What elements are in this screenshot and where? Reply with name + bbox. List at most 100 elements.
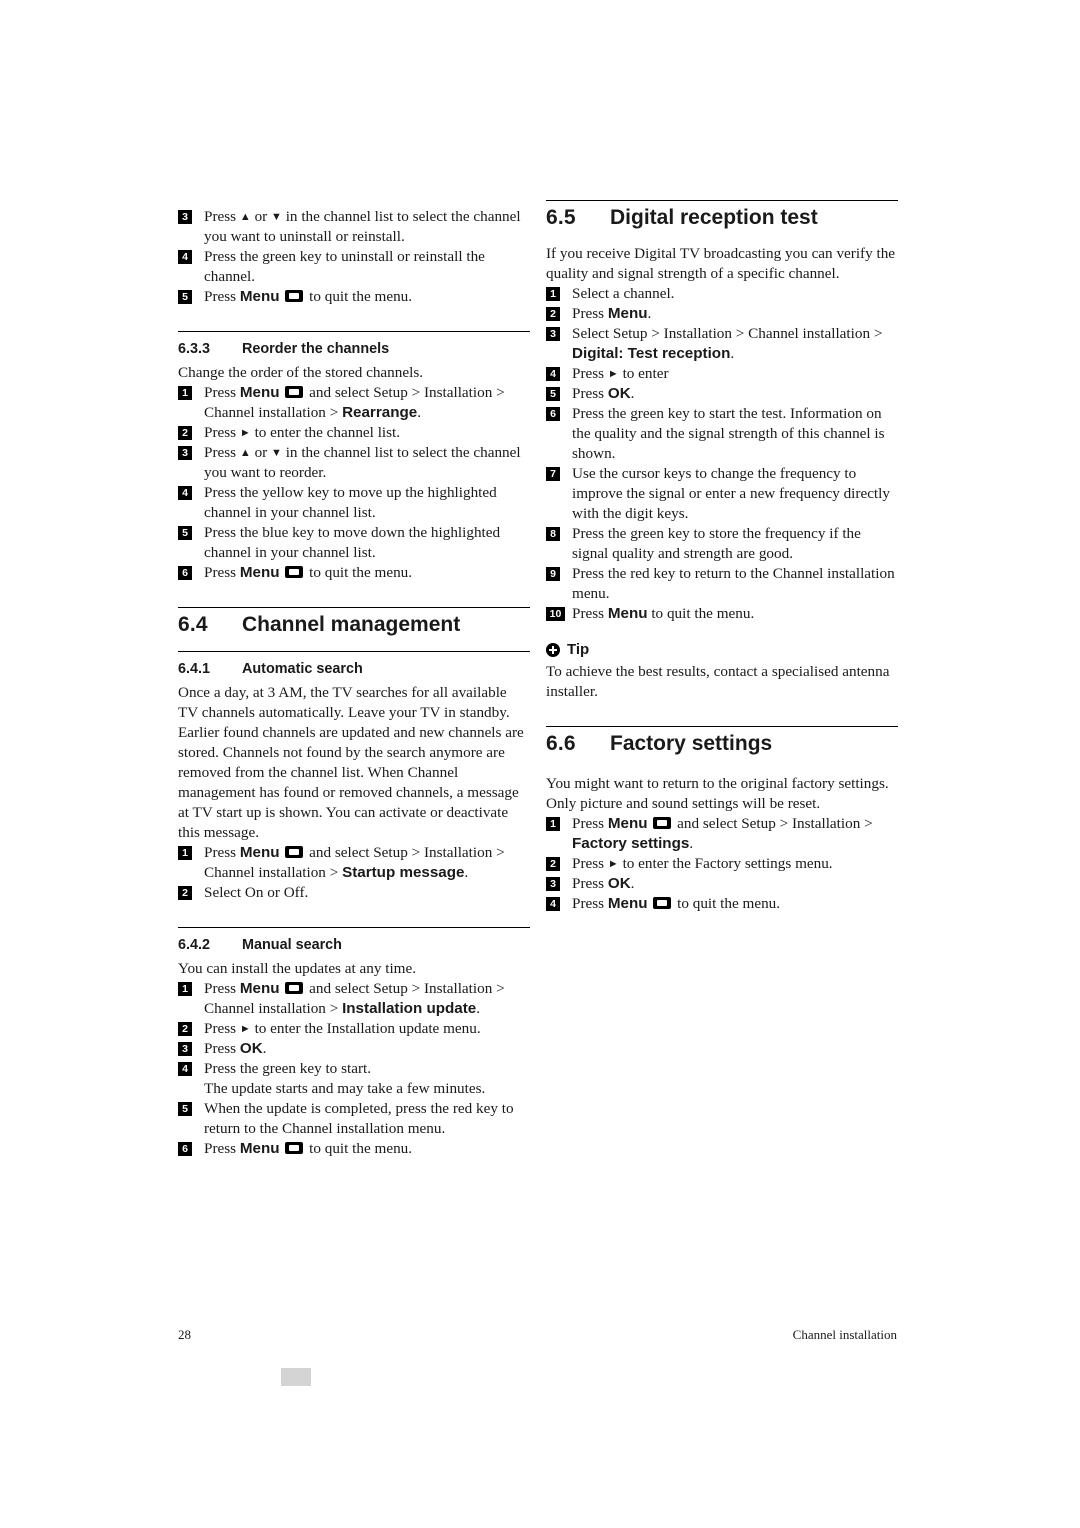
list-item: 6 Press Menu to quit the menu. xyxy=(178,1139,530,1159)
automatic-search-para-1: Once a day, at 3 AM, the TV searches for… xyxy=(178,684,510,721)
list-item: 5 Press the blue key to move down the hi… xyxy=(178,523,530,563)
step-text: Press the red key to return to the Chann… xyxy=(572,565,895,602)
step-number: 5 xyxy=(178,290,192,304)
step-number: 6 xyxy=(546,407,560,421)
list-item: 5 Press Menu to quit the menu. xyxy=(178,287,530,307)
section-number: 6.4.1 xyxy=(178,661,211,677)
section-intro: Change the order of the stored channels. xyxy=(178,364,424,381)
step-number: 5 xyxy=(546,387,560,401)
list-item: 4 Press the green key to start. The updat… xyxy=(178,1059,530,1099)
step-text: Press Menu and select Setup > Installati… xyxy=(572,815,873,852)
factory-settings-steps: 1 Press Menu and select Setup > Installa… xyxy=(546,814,898,914)
step-number: 7 xyxy=(546,467,560,481)
step-number: 2 xyxy=(546,857,560,871)
section-number: 6.6 xyxy=(546,732,576,755)
step-text: Press ► to enter xyxy=(572,365,669,382)
step-text: Press the green key to uninstall or rein… xyxy=(204,248,485,285)
list-item: 1 Press Menu and select Setup > Installa… xyxy=(546,814,898,854)
step-number: 1 xyxy=(178,846,192,860)
list-item: 3 Press ▲ or ▼ in the channel list to se… xyxy=(178,443,530,483)
step-text: Select On or Off. xyxy=(204,884,309,901)
factory-settings-intro: You might want to return to the original… xyxy=(546,775,889,812)
list-item: 10 Press Menu to quit the menu. xyxy=(546,604,898,624)
step-text: Press Menu to quit the menu. xyxy=(204,564,413,581)
list-item: 9 Press the red key to return to the Cha… xyxy=(546,564,898,604)
step-number: 3 xyxy=(178,1042,192,1056)
list-item: 3 Press OK. xyxy=(546,874,898,894)
step-number: 3 xyxy=(546,877,560,891)
manual-search-intro: You can install the updates at any time. xyxy=(178,960,417,977)
step-text: Press OK. xyxy=(204,1040,267,1057)
heading-6-3-3: 6.3.3 Reorder the channels xyxy=(178,331,530,359)
manual-page: 3 Press ▲ or ▼ in the channel list to se… xyxy=(0,0,1080,1528)
section-title: Digital reception test xyxy=(610,206,818,229)
step-number: 5 xyxy=(178,1102,192,1116)
tip-plus-icon xyxy=(546,643,560,657)
step-text: Press the green key to start. The update … xyxy=(204,1060,486,1097)
step-text: Press ► to enter the channel list. xyxy=(204,424,401,441)
section-title: Factory settings xyxy=(610,732,773,755)
list-item: 2 Press ► to enter the Factory settings … xyxy=(546,854,898,874)
heading-6-4-1: 6.4.1 Automatic search xyxy=(178,651,530,679)
step-number: 1 xyxy=(178,982,192,996)
step-number: 3 xyxy=(178,210,192,224)
step-text: Press the blue key to move down the high… xyxy=(204,524,501,561)
step-text: Select Setup > Installation > Channel in… xyxy=(572,325,883,362)
list-item: 1 Press Menu and select Setup > Installa… xyxy=(178,843,530,883)
step-number: 4 xyxy=(546,897,560,911)
step-text: Press Menu and select Setup > Installati… xyxy=(204,384,505,421)
uninstall-steps: 3 Press ▲ or ▼ in the channel list to se… xyxy=(178,207,530,307)
step-text: Use the cursor keys to change the freque… xyxy=(572,465,890,522)
tip-text: To achieve the best results, contact a s… xyxy=(546,663,890,700)
step-text: Press Menu to quit the menu. xyxy=(204,1140,413,1157)
list-item: 1 Select a channel. xyxy=(546,284,898,304)
step-text: Press ► to enter the Installation update… xyxy=(204,1020,481,1037)
step-text: Select a channel. xyxy=(572,285,675,302)
step-number: 2 xyxy=(178,1022,192,1036)
list-item: 2 Select On or Off. xyxy=(178,883,530,903)
list-item: 4 Press the green key to uninstall or re… xyxy=(178,247,530,287)
heading-6-5: 6.5 Digital reception test xyxy=(546,200,898,228)
step-number: 4 xyxy=(546,367,560,381)
step-number: 2 xyxy=(546,307,560,321)
step-number: 6 xyxy=(178,1142,192,1156)
step-number: 6 xyxy=(178,566,192,580)
step-number: 3 xyxy=(546,327,560,341)
step-text: Press Menu and select Setup > Installati… xyxy=(204,844,505,881)
list-item: 2 Press ► to enter the channel list. xyxy=(178,423,530,443)
step-text: Press the green key to store the frequen… xyxy=(572,525,861,562)
step-text: Press ► to enter the Factory settings me… xyxy=(572,855,833,872)
tip-header: Tip xyxy=(546,640,898,660)
menu-key-icon xyxy=(285,290,304,302)
list-item: 5 When the update is completed, press th… xyxy=(178,1099,530,1139)
right-column: 6.5 Digital reception test If you receiv… xyxy=(546,200,898,914)
list-item: 4 Press Menu to quit the menu. xyxy=(546,894,898,914)
heading-6-6: 6.6 Factory settings xyxy=(546,726,898,754)
automatic-search-para-2: Earlier found channels are updated and n… xyxy=(178,724,524,841)
list-item: 6 Press the green key to start the test.… xyxy=(546,404,898,464)
list-item: 4 Press ► to enter xyxy=(546,364,898,384)
startup-message-steps: 1 Press Menu and select Setup > Installa… xyxy=(178,843,530,903)
section-title: Automatic search xyxy=(242,661,363,677)
step-number: 2 xyxy=(178,886,192,900)
list-item: 2 Press ► to enter the Installation upda… xyxy=(178,1019,530,1039)
step-text: Press OK. xyxy=(572,385,635,402)
step-number: 5 xyxy=(178,526,192,540)
footer-page-number: 28 xyxy=(178,1327,191,1342)
menu-key-icon xyxy=(285,846,304,858)
step-text: Press ▲ or ▼ in the channel list to sele… xyxy=(204,444,521,481)
section-number: 6.3.3 xyxy=(178,341,211,357)
digital-reception-steps: 1 Select a channel. 2 Press Menu. 3 Sele… xyxy=(546,284,898,624)
section-number: 6.4 xyxy=(178,613,208,636)
step-number: 1 xyxy=(546,817,560,831)
menu-key-icon xyxy=(285,1142,304,1154)
step-text: Press Menu to quit the menu. xyxy=(572,605,755,622)
step-text: When the update is completed, press the … xyxy=(204,1100,514,1137)
list-item: 6 Press Menu to quit the menu. xyxy=(178,563,530,583)
menu-key-icon xyxy=(285,386,304,398)
footer-chapter: Channel installation xyxy=(792,1327,897,1342)
step-text: Press Menu to quit the menu. xyxy=(572,895,781,912)
step-text: Press Menu. xyxy=(572,305,652,322)
menu-key-icon xyxy=(285,982,304,994)
tip-title: Tip xyxy=(567,641,590,658)
